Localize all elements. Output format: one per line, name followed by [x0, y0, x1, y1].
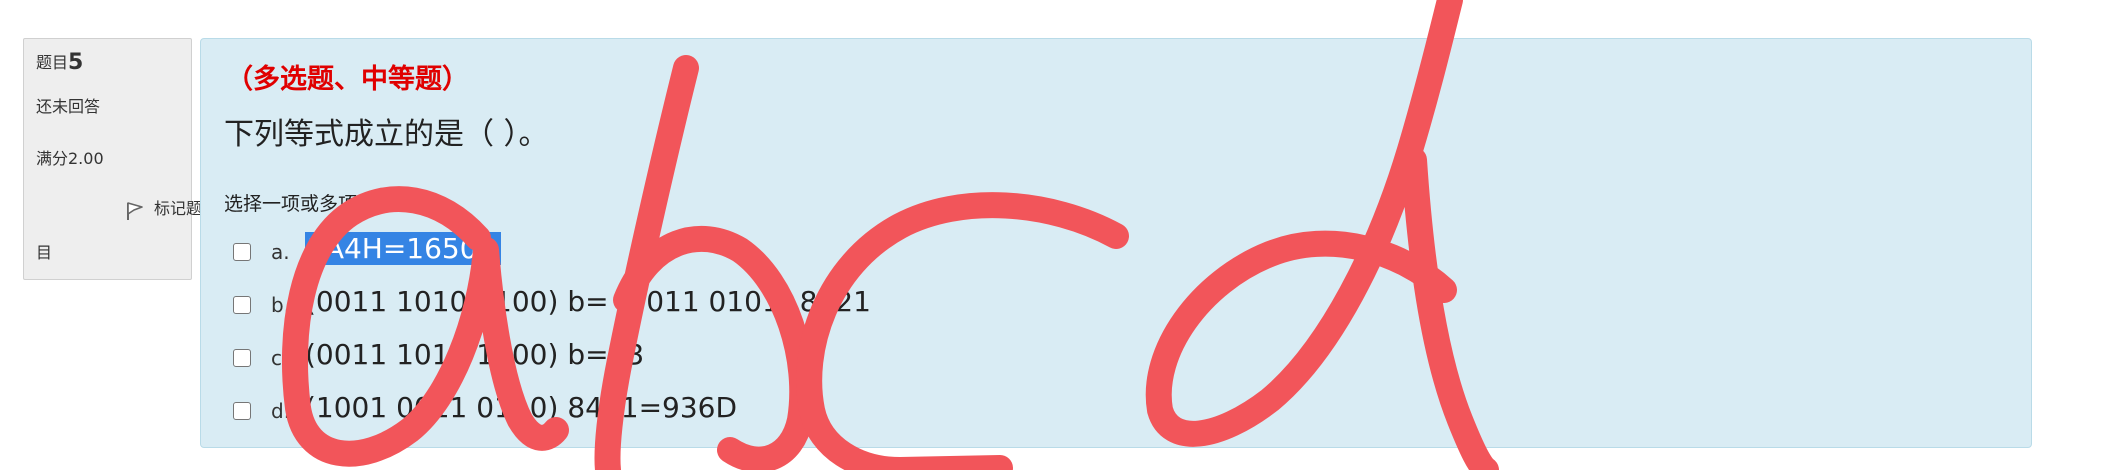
- option-c-checkbox[interactable]: [233, 349, 251, 367]
- question-type: （多选题、中等题）: [226, 64, 469, 95]
- option-d-text[interactable]: (1001 0011 0110) 8421=936D: [305, 391, 737, 424]
- option-a-checkbox[interactable]: [233, 243, 251, 261]
- flag-label[interactable]: 标记题: [154, 195, 202, 219]
- question-state: 还未回答: [36, 97, 101, 116]
- option-a-letter: a.: [271, 240, 290, 264]
- option-c-text[interactable]: (0011 1010 1000) b=93: [305, 338, 644, 371]
- option-b-letter: b.: [271, 293, 291, 317]
- question-label: 题目: [36, 53, 69, 72]
- option-c-letter: c.: [271, 346, 289, 370]
- answer-prompt: 选择一项或多项：: [224, 193, 377, 215]
- option-b-text[interactable]: (0011 1010 0100) b= (0011 0101) 8421: [305, 285, 871, 318]
- question-number-value: 5: [68, 50, 84, 75]
- option-d-letter: d.: [271, 399, 291, 423]
- flag-icon[interactable]: [126, 201, 144, 221]
- option-d-checkbox[interactable]: [233, 402, 251, 420]
- option-a-text[interactable]: 3A4H=1650D: [305, 232, 502, 265]
- question-grade: 满分2.00: [36, 149, 104, 168]
- question-text: 下列等式成立的是（ ）。: [224, 117, 549, 152]
- question-content-panel: （多选题、中等题） 下列等式成立的是（ ）。 选择一项或多项： a. 3A4H=…: [200, 38, 2032, 448]
- question-info-panel: 题目5 还未回答 满分2.00 标记题 目: [23, 38, 202, 280]
- flag-question-link[interactable]: 标记题: [102, 195, 202, 245]
- question-number: 题目5: [36, 49, 83, 75]
- option-b-checkbox[interactable]: [233, 296, 251, 314]
- flag-label-continued[interactable]: 目: [36, 239, 52, 263]
